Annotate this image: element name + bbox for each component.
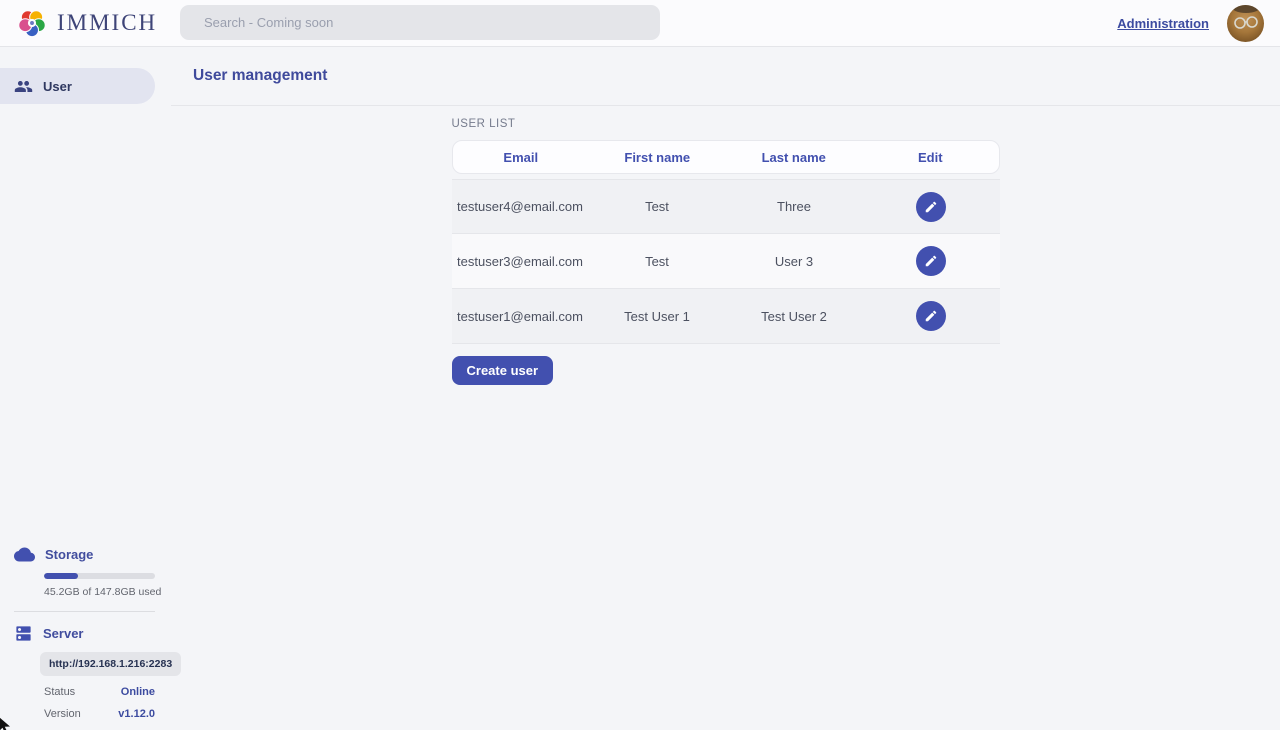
cell-last-name: User 3 bbox=[726, 254, 863, 269]
logo-text: IMMICH bbox=[57, 10, 157, 36]
user-list-heading: USER LIST bbox=[452, 118, 1000, 130]
sidebar-item-user[interactable]: User bbox=[0, 68, 155, 104]
version-label: Version bbox=[44, 708, 81, 720]
column-header-edit: Edit bbox=[862, 150, 999, 165]
status-value: Online bbox=[121, 686, 155, 698]
server-title: Server bbox=[43, 626, 83, 641]
cloud-icon bbox=[14, 544, 35, 565]
storage-title: Storage bbox=[45, 547, 93, 562]
glasses-decoration bbox=[1227, 5, 1264, 42]
cell-email: testuser3@email.com bbox=[452, 254, 589, 269]
user-avatar[interactable] bbox=[1227, 5, 1264, 42]
main-content: User management USER LIST Email First na… bbox=[171, 47, 1280, 730]
cell-email: testuser4@email.com bbox=[452, 199, 589, 214]
version-value: v1.12.0 bbox=[118, 708, 155, 720]
pencil-icon bbox=[924, 254, 938, 268]
server-icon bbox=[14, 624, 33, 643]
pencil-icon bbox=[924, 309, 938, 323]
create-user-button[interactable]: Create user bbox=[452, 356, 554, 385]
column-header-first-name: First name bbox=[589, 150, 726, 165]
pencil-icon bbox=[924, 200, 938, 214]
page-title: User management bbox=[193, 67, 327, 85]
cell-email: testuser1@email.com bbox=[452, 309, 589, 324]
table-body: testuser4@email.com Test Three testuser3… bbox=[452, 179, 1000, 344]
server-version-row: Version v1.12.0 bbox=[44, 708, 155, 720]
top-bar: IMMICH Administration bbox=[0, 0, 1280, 47]
user-list-section: USER LIST Email First name Last name Edi… bbox=[452, 118, 1000, 385]
table-row: testuser4@email.com Test Three bbox=[452, 179, 1000, 234]
column-header-email: Email bbox=[453, 150, 590, 165]
storage-progress-track bbox=[44, 573, 155, 579]
sidebar-item-label: User bbox=[43, 79, 72, 94]
sidebar: User Storage 45.2GB of 147.8GB used Serv… bbox=[0, 47, 171, 730]
edit-user-button[interactable] bbox=[916, 246, 946, 276]
users-icon bbox=[14, 77, 33, 96]
immich-logo[interactable]: IMMICH bbox=[0, 7, 157, 39]
storage-progress-fill bbox=[44, 573, 78, 579]
table-row: testuser1@email.com Test User 1 Test Use… bbox=[452, 289, 1000, 344]
sidebar-divider bbox=[14, 611, 155, 612]
storage-usage-text: 45.2GB of 147.8GB used bbox=[44, 586, 171, 598]
page-title-bar: User management bbox=[171, 47, 1280, 106]
cell-last-name: Test User 2 bbox=[726, 309, 863, 324]
cell-first-name: Test bbox=[589, 254, 726, 269]
status-label: Status bbox=[44, 686, 75, 698]
column-header-last-name: Last name bbox=[726, 150, 863, 165]
table-header-row: Email First name Last name Edit bbox=[452, 140, 1000, 174]
cell-first-name: Test User 1 bbox=[589, 309, 726, 324]
search-input[interactable] bbox=[180, 5, 660, 40]
server-url-chip: http://192.168.1.216:2283 bbox=[40, 652, 181, 676]
cell-first-name: Test bbox=[589, 199, 726, 214]
edit-user-button[interactable] bbox=[916, 192, 946, 222]
server-status-row: Status Online bbox=[44, 686, 155, 698]
edit-user-button[interactable] bbox=[916, 301, 946, 331]
immich-flower-icon bbox=[16, 7, 48, 39]
sidebar-status-panel: Storage 45.2GB of 147.8GB used Server ht… bbox=[0, 544, 171, 720]
table-row: testuser3@email.com Test User 3 bbox=[452, 234, 1000, 289]
cell-last-name: Three bbox=[726, 199, 863, 214]
administration-link[interactable]: Administration bbox=[1117, 16, 1209, 31]
